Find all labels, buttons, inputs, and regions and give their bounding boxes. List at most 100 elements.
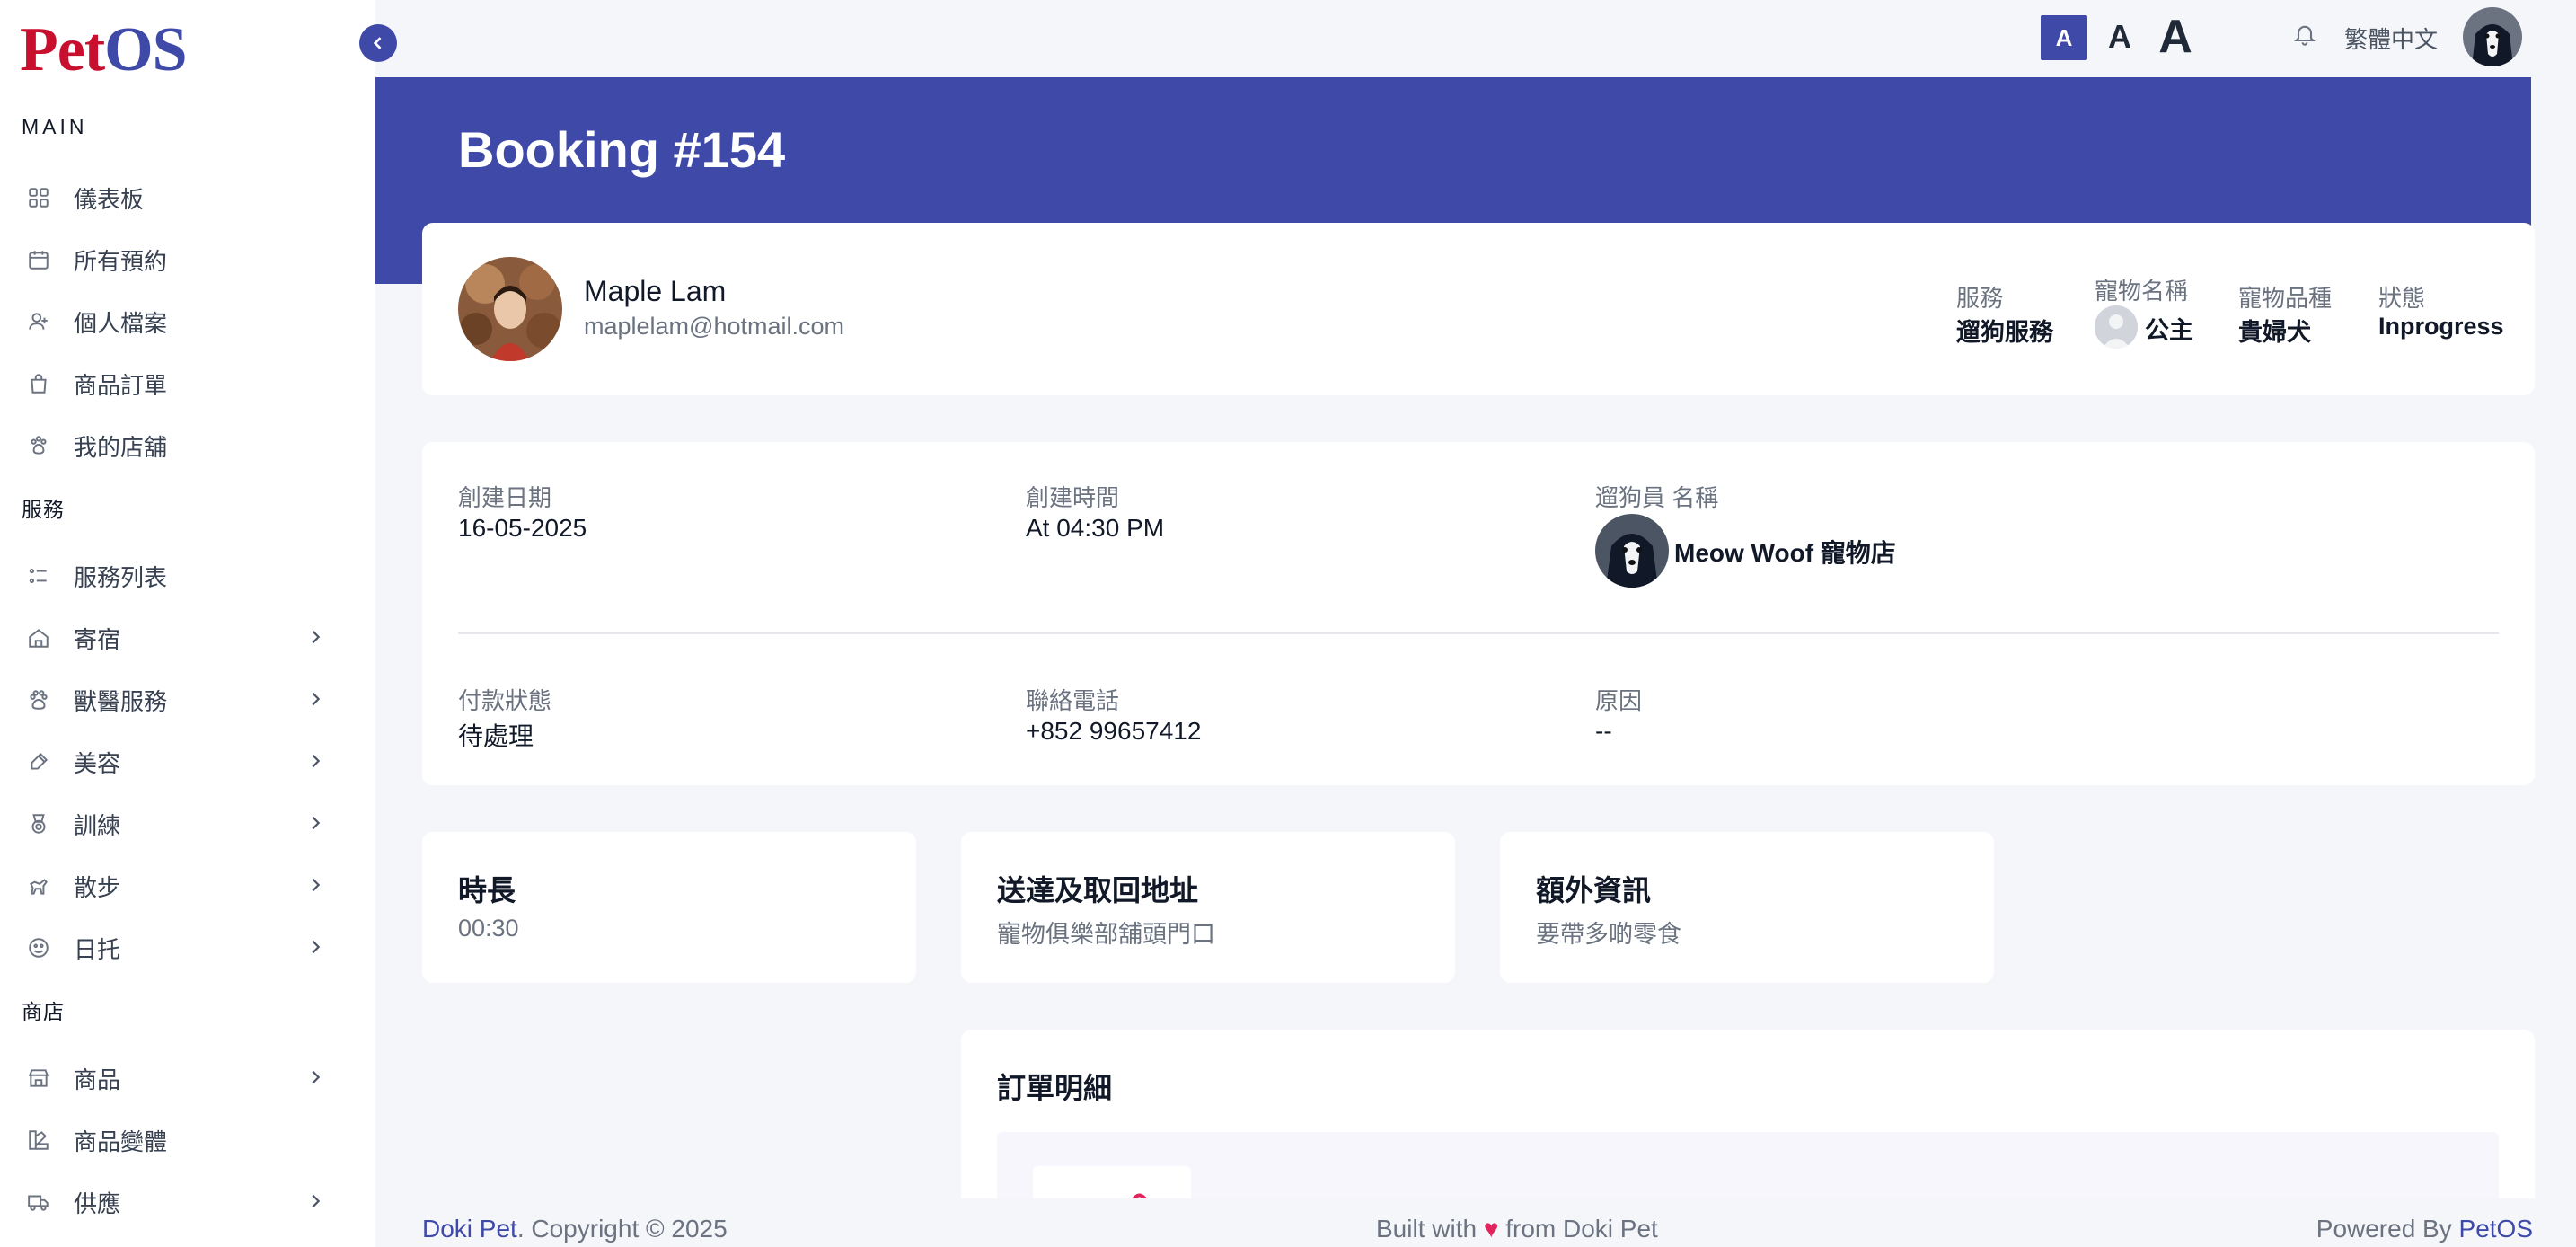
- sidebar-item-my-shop[interactable]: 我的店舖: [22, 420, 327, 471]
- footer-brand-link[interactable]: Doki Pet: [422, 1215, 517, 1243]
- sidebar-collapse-button[interactable]: [359, 24, 397, 62]
- sidebar-item-boarding[interactable]: 寄宿: [22, 613, 327, 663]
- customer-summary-card: Maple Lam maplelam@hotmail.com 服務 遛狗服務 寵…: [422, 223, 2535, 395]
- duration-value: 00:30: [458, 915, 519, 942]
- truck-icon: [22, 1185, 56, 1219]
- section-label-services: 服務: [22, 498, 65, 521]
- phone-label: 聯絡電話: [1026, 687, 1120, 714]
- address-card: 送達及取回地址 寵物俱樂部舖頭門口: [961, 832, 1455, 983]
- sidebar-item-label: 商品訂單: [74, 371, 168, 399]
- footer-built-with: Built with ♥ from Doki Pet: [1376, 1215, 1658, 1243]
- chevron-right-icon: [305, 751, 327, 773]
- sidebar-item-label: 個人檔案: [74, 309, 168, 337]
- store-icon: [22, 1061, 56, 1095]
- chevron-right-icon: [305, 937, 327, 959]
- service-label: 服務: [1956, 285, 2004, 312]
- brush-icon: [22, 745, 56, 779]
- footer-copyright: Doki Pet. Copyright © 2025: [422, 1215, 728, 1243]
- chevron-right-icon: [305, 813, 327, 835]
- customer-email: maplelam@hotmail.com: [584, 313, 844, 340]
- logo-text-pet: Pet: [20, 15, 105, 84]
- sidebar-item-label: 散步: [74, 873, 121, 901]
- created-time-value: At 04:30 PM: [1026, 514, 1165, 542]
- sidebar-item-walking[interactable]: 散步: [22, 861, 327, 911]
- booking-details-card: 創建日期 16-05-2025 創建時間 At 04:30 PM 遛狗員 名稱 …: [422, 442, 2535, 785]
- address-value: 寵物俱樂部舖頭門口: [997, 921, 1215, 948]
- font-size-small-button[interactable]: A: [2041, 15, 2087, 60]
- font-size-medium-button[interactable]: A: [2102, 13, 2138, 61]
- chevron-right-icon: [305, 1067, 327, 1089]
- daycare-icon: [22, 931, 56, 965]
- walker-avatar: [1595, 514, 1669, 588]
- pet-breed-value: 貴婦犬: [2238, 319, 2311, 346]
- sidebar-item-label: 寄宿: [74, 625, 121, 653]
- sidebar-item-label: 獸醫服務: [74, 687, 168, 715]
- chevron-right-icon: [305, 1191, 327, 1213]
- duration-card: 時長 00:30: [422, 832, 916, 983]
- sidebar-item-training[interactable]: 訓練: [22, 799, 327, 849]
- section-label-shop: 商店: [22, 1000, 65, 1023]
- notification-bell-icon[interactable]: [2292, 22, 2319, 49]
- sidebar-item-label: 服務列表: [74, 563, 168, 591]
- chevron-right-icon: [305, 689, 327, 711]
- vet-icon: [22, 683, 56, 717]
- extra-info-value: 要帶多啲零食: [1536, 921, 1681, 948]
- status-value: Inprogress: [2378, 313, 2504, 340]
- app-logo[interactable]: PetOS: [20, 14, 188, 86]
- created-date-label: 創建日期: [458, 484, 552, 511]
- chevron-left-icon: [373, 37, 382, 49]
- sidebar-item-supply[interactable]: 供應: [22, 1177, 327, 1227]
- logo-text-os: OS: [104, 15, 187, 84]
- sidebar-item-service-list[interactable]: 服務列表: [22, 551, 327, 601]
- footer: Doki Pet. Copyright © 2025 Built with ♥ …: [375, 1198, 2576, 1247]
- calendar-icon: [22, 243, 56, 277]
- sidebar-item-label: 商品: [74, 1066, 121, 1093]
- variant-icon: [22, 1123, 56, 1157]
- heart-icon: ♥: [1483, 1215, 1499, 1243]
- extra-info-card: 額外資訊 要帶多啲零食: [1500, 832, 1994, 983]
- page-title: Booking #154: [458, 121, 786, 178]
- sidebar-item-grooming[interactable]: 美容: [22, 737, 327, 787]
- section-label-main: MAIN: [22, 115, 88, 138]
- footer-powered-text: Powered By: [2316, 1215, 2452, 1243]
- created-date-value: 16-05-2025: [458, 514, 587, 542]
- sidebar-item-dashboard[interactable]: 儀表板: [22, 172, 327, 223]
- created-time-label: 創建時間: [1026, 484, 1120, 511]
- extra-info-title: 額外資訊: [1536, 874, 1652, 907]
- font-size-large-button[interactable]: A: [2150, 5, 2201, 68]
- language-selector[interactable]: 繁體中文: [2344, 22, 2438, 55]
- sidebar-item-label: 商品變體: [74, 1128, 168, 1155]
- sidebar-item-label: 我的店舖: [74, 433, 168, 461]
- status-label: 狀態: [2378, 285, 2426, 312]
- sidebar-item-label: 儀表板: [74, 185, 145, 213]
- user-avatar[interactable]: [2463, 7, 2522, 66]
- sidebar-item-product-variants[interactable]: 商品變體: [22, 1115, 327, 1165]
- chevron-right-icon: [305, 875, 327, 897]
- sidebar-item-products[interactable]: 商品: [22, 1053, 327, 1103]
- medal-icon: [22, 807, 56, 841]
- reason-value: --: [1595, 717, 1612, 745]
- dog-walk-icon: [22, 869, 56, 903]
- pet-name-value: 公主: [2145, 317, 2193, 344]
- footer-from-text: from Doki Pet: [1505, 1215, 1658, 1243]
- sidebar-item-daycare[interactable]: 日托: [22, 923, 327, 973]
- sidebar-item-label: 訓練: [74, 811, 121, 839]
- sidebar-item-vet[interactable]: 獸醫服務: [22, 675, 327, 725]
- sidebar-item-label: 所有預約: [74, 247, 168, 275]
- house-icon: [22, 621, 56, 655]
- sidebar-item-product-orders[interactable]: 商品訂單: [22, 358, 327, 409]
- customer-name: Maple Lam: [584, 275, 727, 307]
- sidebar: PetOS MAIN 儀表板 所有預約 個人檔案 商品訂單 我的店舖 服務 服務…: [0, 0, 375, 1247]
- pet-avatar: [2095, 305, 2138, 349]
- list-icon: [22, 559, 56, 593]
- customer-avatar: [458, 257, 562, 361]
- details-divider: [458, 632, 2499, 634]
- pet-name-label: 寵物名稱: [2095, 278, 2189, 305]
- sidebar-item-all-bookings[interactable]: 所有預約: [22, 234, 327, 285]
- duration-title: 時長: [458, 874, 516, 907]
- dashboard-icon: [22, 181, 56, 215]
- reason-label: 原因: [1595, 687, 1643, 714]
- footer-petos-link[interactable]: PetOS: [2459, 1215, 2533, 1243]
- shopping-bag-icon: [22, 367, 56, 401]
- sidebar-item-profile[interactable]: 個人檔案: [22, 296, 327, 347]
